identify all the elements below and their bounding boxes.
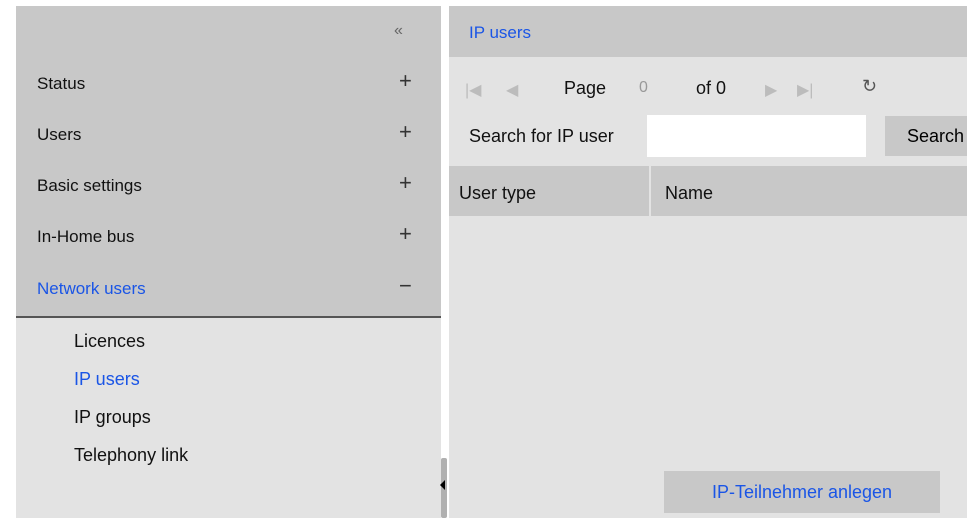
- next-page-icon[interactable]: ▶: [765, 80, 777, 100]
- subnav-item-telephony-link[interactable]: Telephony link: [74, 445, 188, 466]
- subnav-item-licences[interactable]: Licences: [74, 331, 145, 352]
- create-ip-user-button[interactable]: IP-Teilnehmer anlegen: [664, 471, 940, 513]
- nav-item-label: Status: [37, 74, 86, 93]
- expand-icon: +: [399, 170, 412, 195]
- refresh-icon[interactable]: ↻: [862, 76, 877, 97]
- nav-item-in-home-bus[interactable]: In-Home bus +: [16, 211, 441, 262]
- panel-header: IP users: [449, 6, 967, 57]
- expand-icon: +: [399, 68, 412, 93]
- collapse-sidebar-icon[interactable]: «: [394, 22, 403, 40]
- nav-item-users[interactable]: Users +: [16, 109, 441, 160]
- nav-item-label: Network users: [37, 279, 146, 298]
- expand-icon: +: [399, 221, 412, 246]
- splitter: [441, 6, 449, 518]
- collapse-arrow-icon[interactable]: [440, 480, 445, 490]
- search-button[interactable]: Search: [885, 116, 967, 156]
- last-page-icon[interactable]: ▶|: [797, 80, 813, 100]
- search-input[interactable]: [647, 115, 866, 157]
- column-header-name[interactable]: Name: [665, 183, 713, 204]
- main-panel: IP users |◀ ◀ Page of 0 ▶ ▶| ↻ Search fo…: [449, 6, 967, 518]
- expand-icon: +: [399, 119, 412, 144]
- column-header-user-type[interactable]: User type: [459, 183, 536, 204]
- previous-page-icon[interactable]: ◀: [506, 80, 518, 100]
- nav-item-basic-settings[interactable]: Basic settings +: [16, 160, 441, 211]
- nav-item-label: Basic settings: [37, 176, 142, 195]
- page-count-label: of 0: [696, 78, 727, 98]
- sidebar: « Status + Users + Basic settings + In-H…: [16, 6, 441, 518]
- nav-item-network-users[interactable]: Network users −: [16, 263, 441, 314]
- page-title: IP users: [469, 23, 532, 42]
- nav-item-label: In-Home bus: [37, 227, 135, 246]
- page-number-input[interactable]: [623, 70, 679, 106]
- page-label: Page: [564, 78, 607, 98]
- divider: [16, 316, 441, 318]
- subnav-item-ip-groups[interactable]: IP groups: [74, 407, 151, 428]
- nav-item-label: Users: [37, 125, 82, 144]
- sidebar-nav: « Status + Users + Basic settings + In-H…: [16, 6, 441, 316]
- collapse-icon: −: [399, 273, 412, 298]
- first-page-icon[interactable]: |◀: [465, 80, 481, 100]
- subnav-item-ip-users[interactable]: IP users: [74, 369, 140, 390]
- table-header: User type Name: [449, 166, 967, 216]
- column-divider: [649, 166, 651, 216]
- nav-item-status[interactable]: Status +: [16, 58, 441, 109]
- search-label: Search for IP user: [469, 126, 614, 146]
